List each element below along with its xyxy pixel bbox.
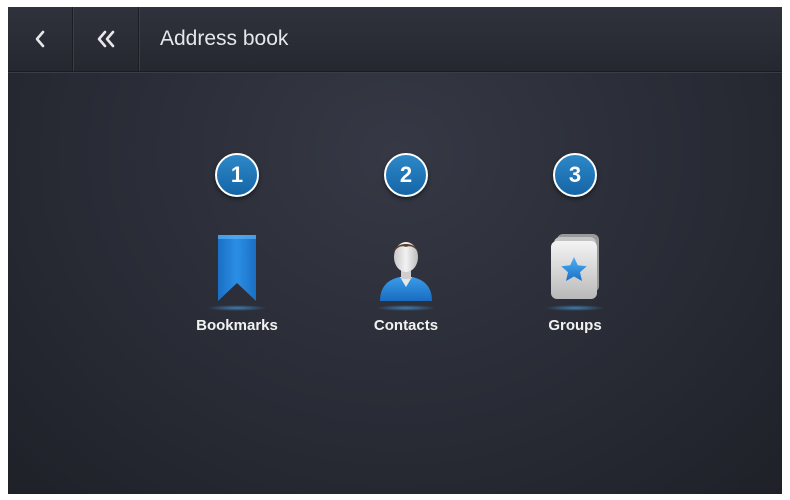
page-title: Address book xyxy=(160,27,289,50)
back-to-start-button[interactable] xyxy=(73,7,138,71)
contacts-tile[interactable]: 2 Contacts xyxy=(346,153,466,363)
groups-tile[interactable]: 3 Groups xyxy=(515,153,635,363)
back-button[interactable] xyxy=(8,7,72,71)
top-bar: Address book xyxy=(8,7,782,72)
bookmark-icon xyxy=(197,229,277,311)
screen: Address book 1 Bookmarks 2 Contacts 3 Gr… xyxy=(8,7,782,494)
double-chevron-left-icon xyxy=(97,30,114,48)
number-badge: 3 xyxy=(553,153,597,197)
number-badge: 1 xyxy=(215,153,259,197)
tile-label: Contacts xyxy=(373,317,439,334)
star-stack-icon xyxy=(535,229,615,311)
tile-label: Groups xyxy=(548,317,602,334)
divider xyxy=(138,7,139,71)
number-badge: 2 xyxy=(384,153,428,197)
bookmarks-tile[interactable]: 1 Bookmarks xyxy=(177,153,297,363)
tile-label: Bookmarks xyxy=(196,317,278,334)
person-icon xyxy=(366,229,446,311)
chevron-left-icon xyxy=(35,30,45,48)
